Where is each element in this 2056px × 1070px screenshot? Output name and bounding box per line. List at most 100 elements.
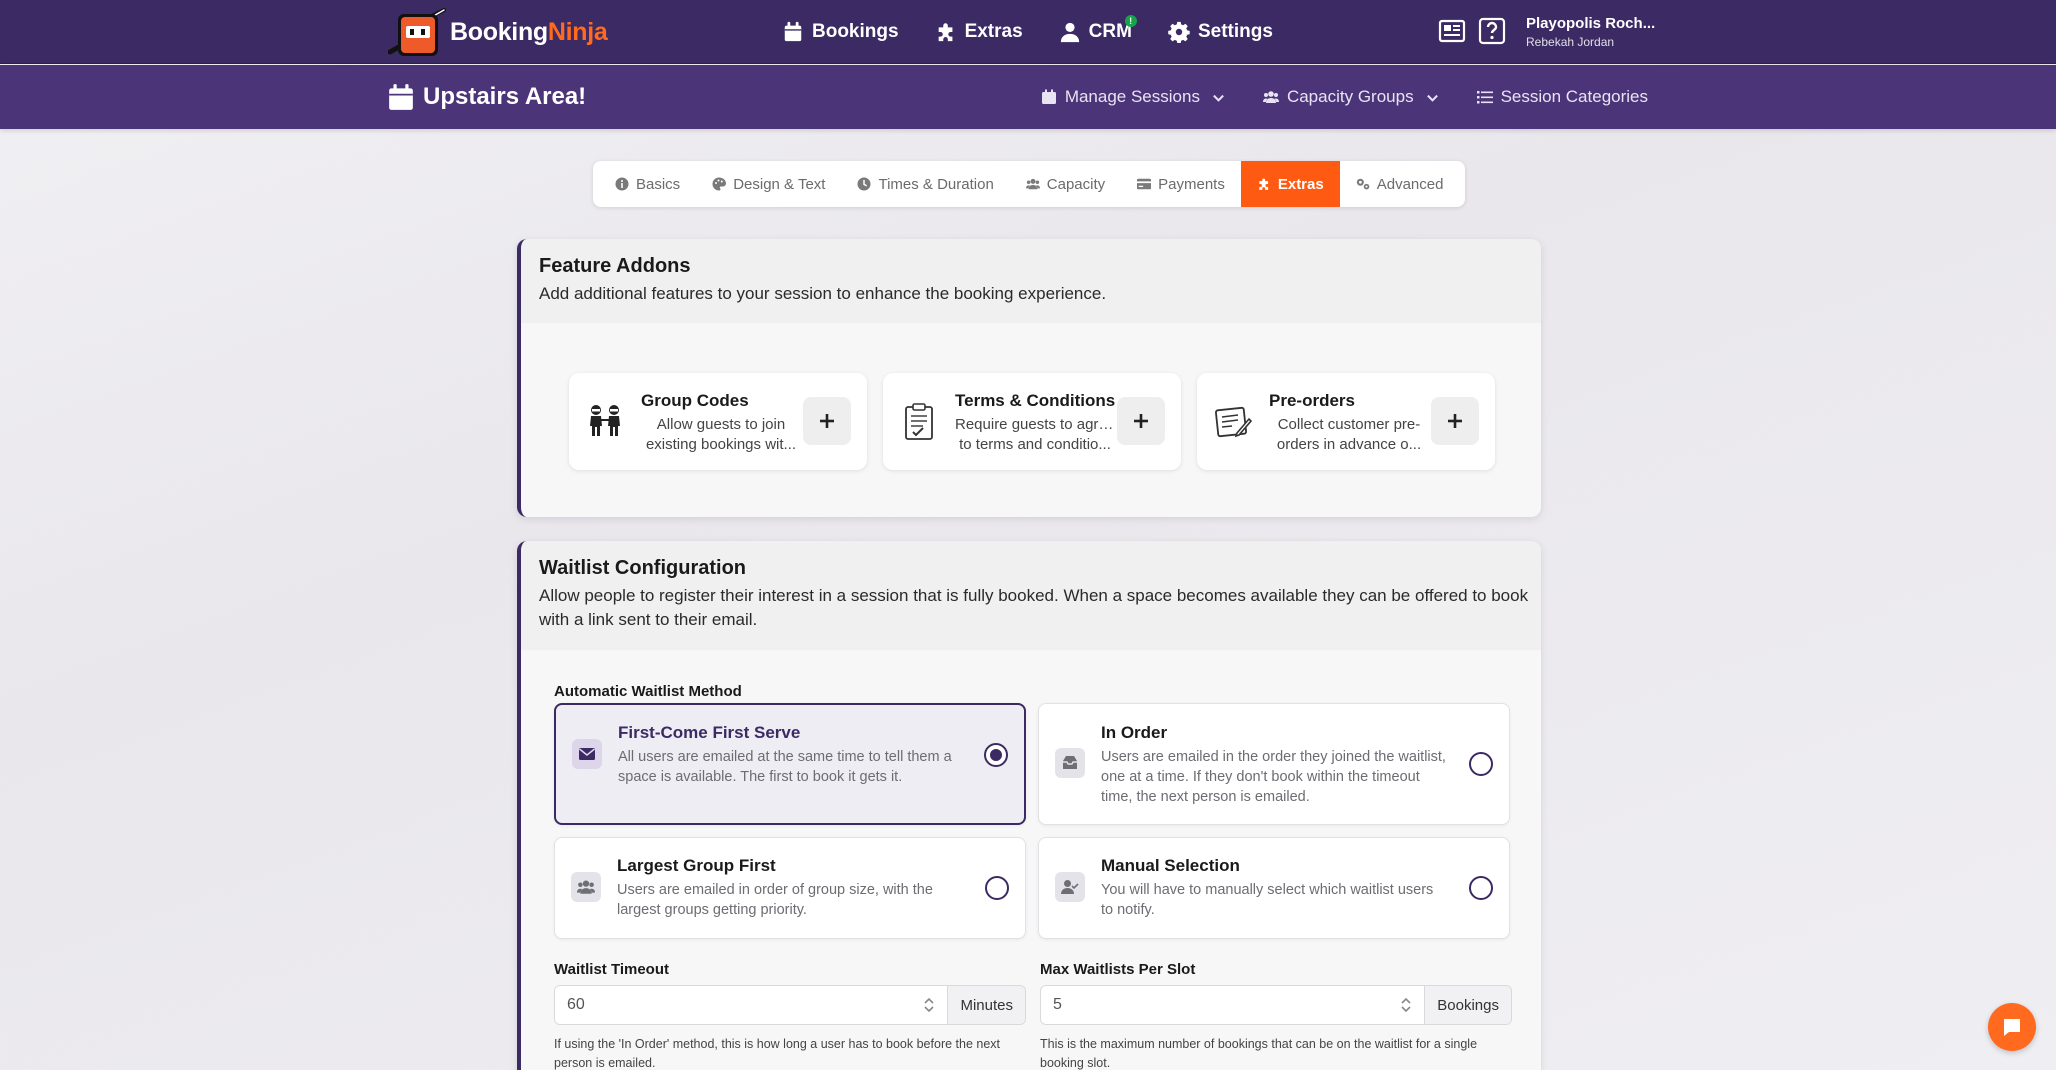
chevron-up-icon — [1401, 997, 1411, 1004]
help-icon[interactable] — [1477, 16, 1507, 46]
user-name: Rebekah Jordan — [1526, 35, 1615, 49]
addon-group-codes-line1: Allow guests to join — [656, 416, 786, 433]
order-form-icon — [1215, 406, 1253, 438]
envelope-icon-wrap — [572, 739, 602, 769]
addon-terms-line2: to terms and conditio... — [959, 436, 1111, 453]
calendar-icon — [389, 84, 413, 110]
tab-capacity-label: Capacity — [1046, 175, 1106, 193]
waitlist-method-label: Automatic Waitlist Method — [554, 683, 742, 700]
capacity-groups-dropdown[interactable]: Capacity Groups — [1262, 87, 1439, 107]
method-in-order[interactable]: In Order Users are emailed in the order … — [1038, 703, 1510, 825]
addon-terms-title: Terms & Conditions — [955, 391, 1116, 410]
tab-capacity[interactable]: Capacity — [1010, 161, 1121, 207]
nav-crm[interactable]: CRM ! — [1059, 15, 1137, 43]
tab-basics-label: Basics — [636, 175, 681, 193]
brand-name-accent: Ninja — [547, 17, 608, 46]
addon-group-codes: Group Codes Allow guests to join existing… — [569, 373, 867, 470]
session-categories-link[interactable]: Session Categories — [1476, 87, 1648, 107]
chevron-down-icon — [1426, 94, 1438, 102]
nav-settings[interactable]: Settings — [1168, 21, 1273, 43]
nav-extras-label: Extras — [964, 21, 1023, 42]
waitlist-timeout-label: Waitlist Timeout — [554, 961, 670, 978]
brand-logo[interactable]: BookingNinja — [387, 6, 608, 58]
brand-name: BookingNinja — [450, 18, 608, 47]
method-radio[interactable] — [1469, 752, 1493, 776]
method-description: You will have to manually select which w… — [1101, 882, 1434, 918]
method-description: Users are emailed in the order they join… — [1101, 749, 1446, 805]
method-radio[interactable] — [1469, 876, 1493, 900]
puzzle-icon — [938, 23, 952, 42]
user-menu[interactable]: Playopolis Roch... Rebekah Jordan — [1526, 15, 1655, 49]
waitlist-timeout-input[interactable] — [555, 986, 922, 1024]
nav-bookings[interactable]: Bookings — [782, 21, 899, 43]
number-stepper-icon[interactable] — [1398, 986, 1414, 1024]
waitlist-header: Waitlist Configuration Allow people to r… — [521, 541, 1541, 650]
manage-sessions-dropdown[interactable]: Manage Sessions — [1041, 87, 1225, 107]
add-pre-orders-button[interactable] — [1431, 397, 1479, 445]
chevron-down-icon — [1213, 94, 1224, 102]
max-waitlists-help: This is the maximum number of bookings t… — [1040, 1037, 1478, 1070]
session-header: Upstairs Area! Manage Sessions Capacity … — [0, 65, 2056, 129]
crm-notification-badge: ! — [1124, 15, 1137, 27]
tab-payments[interactable]: Payments — [1121, 161, 1241, 207]
addon-group-codes-line2: existing bookings wit... — [645, 436, 797, 453]
tab-times-duration-label: Times & Duration — [878, 175, 994, 193]
method-radio[interactable] — [984, 743, 1008, 767]
nav-extras[interactable]: Extras — [935, 21, 1023, 43]
waitlist-timeout-unit: Minutes — [947, 986, 1025, 1024]
addon-pre-orders: Pre-orders Collect customer pre-orders i… — [1197, 373, 1495, 470]
tab-advanced-label: Advanced — [1376, 175, 1444, 193]
feature-addons-card: Feature Addons Add additional features t… — [517, 239, 1541, 517]
feature-addons-title: Feature Addons — [539, 255, 691, 277]
max-waitlists-input[interactable] — [1041, 986, 1399, 1024]
tab-advanced[interactable]: Advanced — [1340, 161, 1460, 207]
method-manual-selection[interactable]: Manual Selection You will have to manual… — [1038, 837, 1510, 939]
user-icon — [1060, 22, 1079, 43]
add-terms-conditions-button[interactable] — [1117, 397, 1165, 445]
top-icon-group — [1437, 16, 1507, 46]
clock-icon — [857, 177, 871, 191]
envelope-icon — [579, 748, 595, 760]
addon-pre-orders-line2: orders in advance o... — [1276, 436, 1422, 453]
chat-button[interactable] — [1988, 1003, 2036, 1051]
method-title: Manual Selection — [1101, 856, 1240, 875]
plus-icon — [1448, 414, 1462, 428]
method-title: First-Come First Serve — [618, 723, 801, 742]
waitlist-config-card: Waitlist Configuration Allow people to r… — [517, 541, 1541, 1070]
users-icon — [1262, 91, 1279, 103]
tab-times-duration[interactable]: Times & Duration — [841, 161, 1009, 207]
users-icon — [577, 880, 595, 894]
top-navbar: BookingNinja Bookings Extras CRM ! Setti… — [0, 0, 2056, 64]
gear-icon — [1168, 21, 1190, 43]
addon-terms-line1: Require guests to agree — [955, 416, 1115, 433]
cogs-icon — [1356, 178, 1370, 190]
tab-payments-label: Payments — [1158, 175, 1225, 193]
method-first-come-first-serve[interactable]: First-Come First Serve All users are ema… — [554, 703, 1026, 825]
number-stepper-icon[interactable] — [921, 986, 937, 1024]
inbox-icon-wrap — [1055, 748, 1085, 778]
clipboard-icon — [905, 403, 933, 440]
puzzle-icon — [1259, 178, 1268, 190]
newspaper-icon[interactable] — [1437, 16, 1467, 46]
info-icon — [615, 177, 629, 191]
main-nav: Bookings Extras CRM ! Settings — [782, 0, 1273, 64]
calendar-icon — [784, 21, 802, 42]
tab-basics[interactable]: Basics — [599, 161, 696, 207]
list-icon — [1476, 91, 1493, 104]
method-radio[interactable] — [985, 876, 1009, 900]
session-categories-label: Session Categories — [1500, 87, 1648, 106]
add-group-codes-button[interactable] — [803, 397, 851, 445]
tab-design-text[interactable]: Design & Text — [696, 161, 841, 207]
chevron-down-icon — [1401, 1006, 1411, 1013]
plus-icon — [820, 414, 834, 428]
page-title: Upstairs Area! — [388, 83, 586, 111]
addon-group-codes-description: Allow guests to join existing bookings wi… — [641, 415, 801, 455]
method-largest-group-first[interactable]: Largest Group First Users are emailed in… — [554, 837, 1026, 939]
tab-design-text-label: Design & Text — [733, 175, 826, 193]
org-name: Playopolis Roch... — [1526, 15, 1656, 32]
user-check-icon — [1061, 880, 1079, 894]
chevron-up-icon — [924, 997, 935, 1004]
session-subnav: Manage Sessions Capacity Groups Session … — [1041, 65, 1648, 129]
method-title: In Order — [1101, 723, 1168, 742]
tab-extras[interactable]: Extras — [1240, 161, 1340, 207]
